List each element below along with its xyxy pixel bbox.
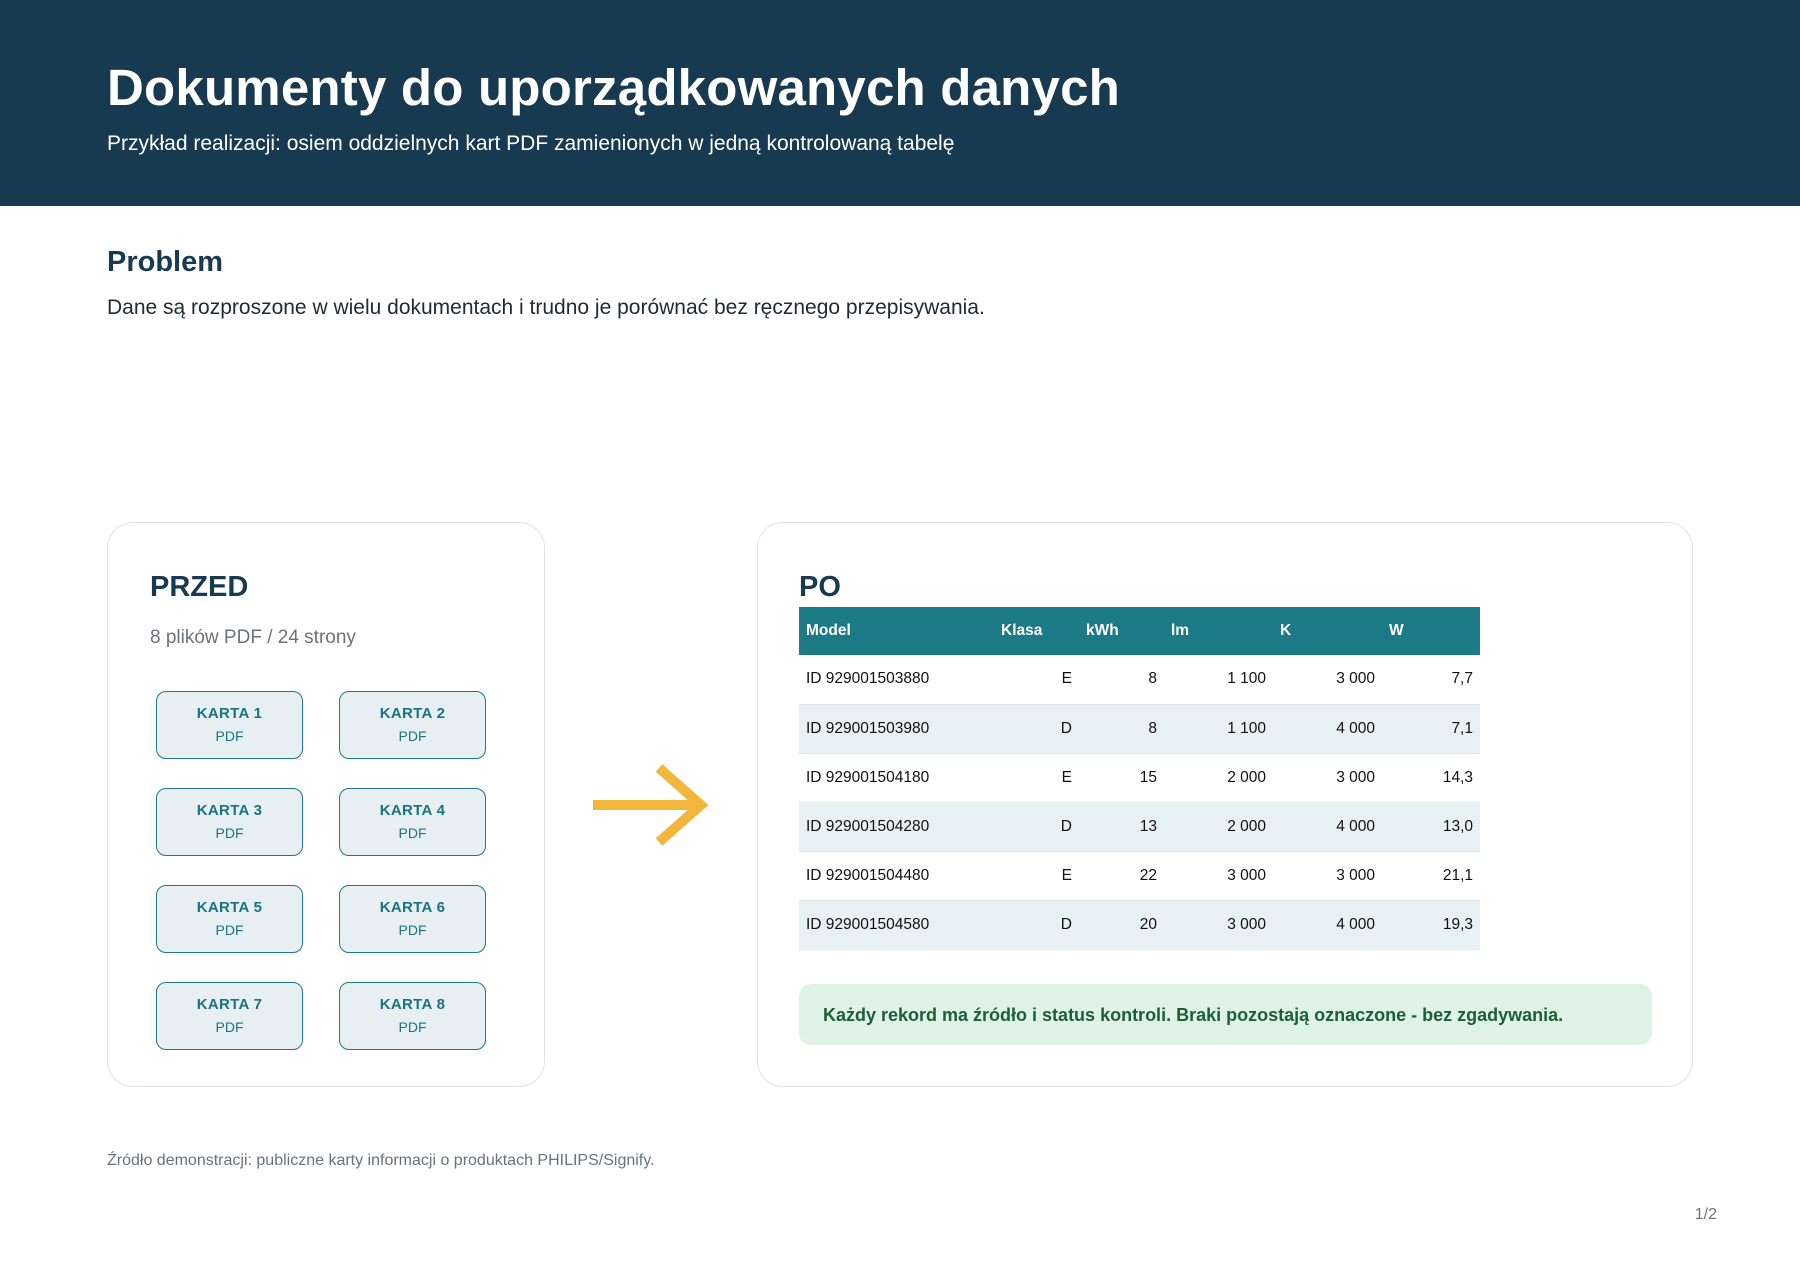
column-header-w: W xyxy=(1382,607,1480,655)
card-label: KARTA 6 xyxy=(379,899,446,916)
cell-kwh: 13 xyxy=(1079,802,1164,852)
cell-klasa: D xyxy=(994,704,1079,754)
cell-w: 7,7 xyxy=(1382,655,1480,705)
card-type: PDF xyxy=(398,922,427,938)
cell-k: 3 000 xyxy=(1273,655,1382,705)
result-table: Model Klasa kWh lm K W ID 929001503880 E… xyxy=(799,607,1480,950)
cell-k: 3 000 xyxy=(1273,851,1382,901)
cell-model: ID 929001504480 xyxy=(799,851,994,901)
card-label: KARTA 1 xyxy=(196,705,263,722)
cell-klasa: E xyxy=(994,655,1079,705)
cell-model: ID 929001503880 xyxy=(799,655,994,705)
table-row: ID 929001503980 D 8 1 100 4 000 7,1 xyxy=(799,704,1480,754)
card-label: KARTA 2 xyxy=(379,705,446,722)
pdf-card-7: KARTA 7 PDF xyxy=(156,982,303,1050)
cell-klasa: D xyxy=(994,802,1079,852)
cell-lm: 1 100 xyxy=(1164,704,1273,754)
pdf-card-4: KARTA 4 PDF xyxy=(339,788,486,856)
cell-w: 19,3 xyxy=(1382,900,1480,950)
cell-k: 4 000 xyxy=(1273,704,1382,754)
before-title: PRZED xyxy=(150,571,249,603)
card-type: PDF xyxy=(398,1019,427,1035)
cell-model: ID 929001503980 xyxy=(799,704,994,754)
cell-kwh: 20 xyxy=(1079,900,1164,950)
pdf-card-3: KARTA 3 PDF xyxy=(156,788,303,856)
before-panel: PRZED 8 plików PDF / 24 strony KARTA 1 P… xyxy=(107,522,545,1087)
cell-kwh: 8 xyxy=(1079,704,1164,754)
cell-w: 14,3 xyxy=(1382,753,1480,803)
card-label: KARTA 7 xyxy=(196,996,263,1013)
cell-lm: 2 000 xyxy=(1164,802,1273,852)
problem-description: Dane są rozproszone w wielu dokumentach … xyxy=(107,296,985,319)
table-row: ID 929001504480 E 22 3 000 3 000 21,1 xyxy=(799,851,1480,901)
card-label: KARTA 8 xyxy=(379,996,446,1013)
cell-kwh: 15 xyxy=(1079,753,1164,803)
page-title: Dokumenty do uporządkowanych danych xyxy=(107,59,1120,116)
table-row: ID 929001504580 D 20 3 000 4 000 19,3 xyxy=(799,900,1480,950)
cell-w: 7,1 xyxy=(1382,704,1480,754)
card-type: PDF xyxy=(398,728,427,744)
cell-k: 4 000 xyxy=(1273,900,1382,950)
card-label: KARTA 3 xyxy=(196,802,263,819)
card-type: PDF xyxy=(398,825,427,841)
cell-model: ID 929001504180 xyxy=(799,753,994,803)
cell-model: ID 929001504580 xyxy=(799,900,994,950)
cell-k: 3 000 xyxy=(1273,753,1382,803)
table-header-row: Model Klasa kWh lm K W xyxy=(799,607,1480,655)
column-header-kwh: kWh xyxy=(1079,607,1164,655)
column-header-model: Model xyxy=(799,607,994,655)
card-type: PDF xyxy=(215,728,244,744)
cell-klasa: E xyxy=(994,753,1079,803)
verification-note-text: Każdy rekord ma źródło i status kontroli… xyxy=(823,1005,1564,1025)
cell-lm: 3 000 xyxy=(1164,851,1273,901)
pdf-card-2: KARTA 2 PDF xyxy=(339,691,486,759)
problem-heading: Problem xyxy=(107,246,224,278)
table-row: ID 929001503880 E 8 1 100 3 000 7,7 xyxy=(799,655,1480,705)
page-header: Dokumenty do uporządkowanych danych Przy… xyxy=(0,0,1800,206)
card-label: KARTA 5 xyxy=(196,899,263,916)
cell-w: 13,0 xyxy=(1382,802,1480,852)
pdf-card-5: KARTA 5 PDF xyxy=(156,885,303,953)
source-footnote: Źródło demonstracji: publiczne karty inf… xyxy=(107,1152,655,1169)
after-title: PO xyxy=(799,571,841,603)
column-header-klasa: Klasa xyxy=(994,607,1079,655)
cell-kwh: 8 xyxy=(1079,655,1164,705)
verification-note: Każdy rekord ma źródło i status kontroli… xyxy=(799,984,1652,1045)
cell-lm: 3 000 xyxy=(1164,900,1273,950)
page-subtitle: Przykład realizacji: osiem oddzielnych k… xyxy=(107,132,955,155)
pdf-card-8: KARTA 8 PDF xyxy=(339,982,486,1050)
column-header-lm: lm xyxy=(1164,607,1273,655)
cell-lm: 2 000 xyxy=(1164,753,1273,803)
cell-klasa: E xyxy=(994,851,1079,901)
card-type: PDF xyxy=(215,1019,244,1035)
cell-k: 4 000 xyxy=(1273,802,1382,852)
arrow-right-icon xyxy=(593,764,709,846)
pdf-card-1: KARTA 1 PDF xyxy=(156,691,303,759)
cell-klasa: D xyxy=(994,900,1079,950)
table-row: ID 929001504180 E 15 2 000 3 000 14,3 xyxy=(799,753,1480,803)
table-row: ID 929001504280 D 13 2 000 4 000 13,0 xyxy=(799,802,1480,852)
pdf-card-6: KARTA 6 PDF xyxy=(339,885,486,953)
card-type: PDF xyxy=(215,825,244,841)
card-label: KARTA 4 xyxy=(379,802,446,819)
cell-w: 21,1 xyxy=(1382,851,1480,901)
after-panel: PO Model Klasa kWh lm K W ID 92900150388… xyxy=(757,522,1693,1087)
page-number: 1/2 xyxy=(1694,1206,1717,1223)
before-subtitle: 8 plików PDF / 24 strony xyxy=(150,627,356,648)
cell-model: ID 929001504280 xyxy=(799,802,994,852)
card-type: PDF xyxy=(215,922,244,938)
cell-kwh: 22 xyxy=(1079,851,1164,901)
column-header-k: K xyxy=(1273,607,1382,655)
cell-lm: 1 100 xyxy=(1164,655,1273,705)
